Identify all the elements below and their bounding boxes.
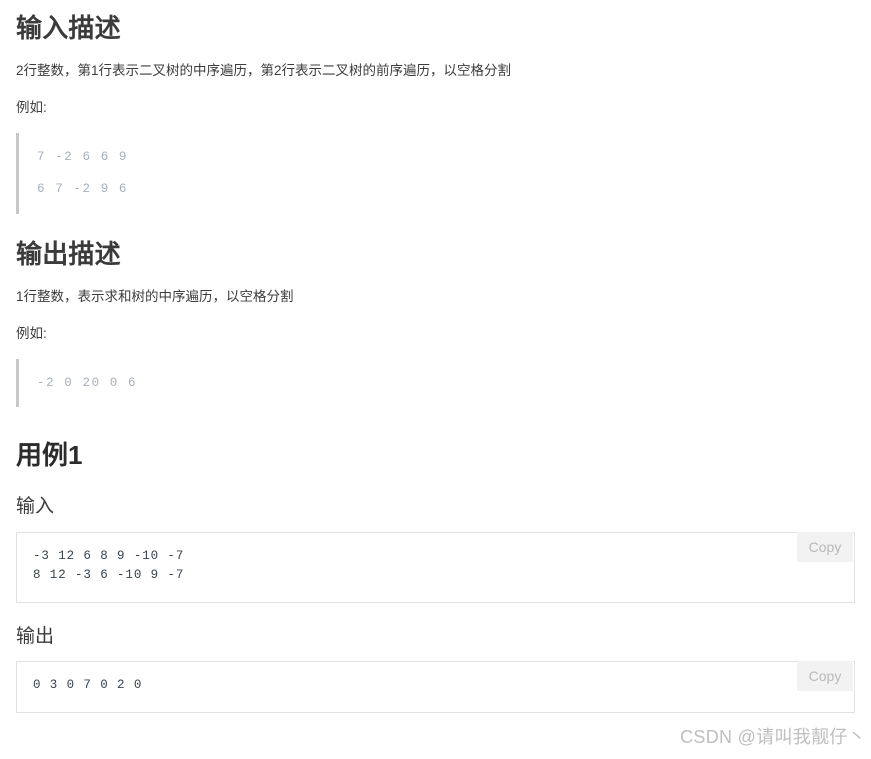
- input-sample-line-2: 6 7 -2 9 6: [37, 182, 129, 197]
- example-input-codeblock: -3 12 6 8 9 -10 -7 8 12 -3 6 -10 9 -7: [16, 531, 855, 603]
- example-input-label: 输入: [16, 496, 55, 518]
- example-output-code: 0 3 0 7 0 2 0: [33, 678, 143, 693]
- article-body: 输入描述 2行整数，第1行表示二叉树的中序遍历，第2行表示二叉树的前序遍历，以空…: [0, 0, 871, 713]
- copy-output-button[interactable]: Copy: [797, 661, 853, 692]
- output-sample-blockquote: -2 0 20 0 6: [16, 358, 855, 408]
- example-input-code: -3 12 6 8 9 -10 -7 8 12 -3 6 -10 9 -7: [33, 548, 185, 583]
- input-description-text: 2行整数，第1行表示二叉树的中序遍历，第2行表示二叉树的前序遍历，以空格分割: [16, 63, 512, 79]
- output-description-heading: 输出描述: [16, 238, 121, 269]
- input-description-heading: 输入描述: [16, 13, 121, 43]
- input-sample-line-1: 7 -2 6 6 9: [37, 149, 129, 164]
- example-output-label: 输出: [16, 625, 55, 647]
- copy-input-button[interactable]: Copy: [797, 531, 853, 562]
- csdn-watermark: CSDN @请叫我靓仔丶: [680, 727, 866, 747]
- example-heading: 用例1: [16, 440, 83, 471]
- example-input-codeblock-wrapper: -3 12 6 8 9 -10 -7 8 12 -3 6 -10 9 -7 Co…: [16, 531, 855, 603]
- example-output-codeblock: 0 3 0 7 0 2 0: [16, 661, 855, 713]
- output-description-text: 1行整数，表示求和树的中序遍历，以空格分割: [16, 289, 294, 305]
- input-example-label: 例如:: [16, 100, 47, 116]
- input-sample-blockquote: 7 -2 6 6 9 6 7 -2 9 6: [16, 132, 855, 214]
- example-output-codeblock-wrapper: 0 3 0 7 0 2 0 Copy: [16, 661, 855, 713]
- output-example-label: 例如:: [16, 325, 47, 341]
- output-sample-line-1: -2 0 20 0 6: [37, 375, 138, 390]
